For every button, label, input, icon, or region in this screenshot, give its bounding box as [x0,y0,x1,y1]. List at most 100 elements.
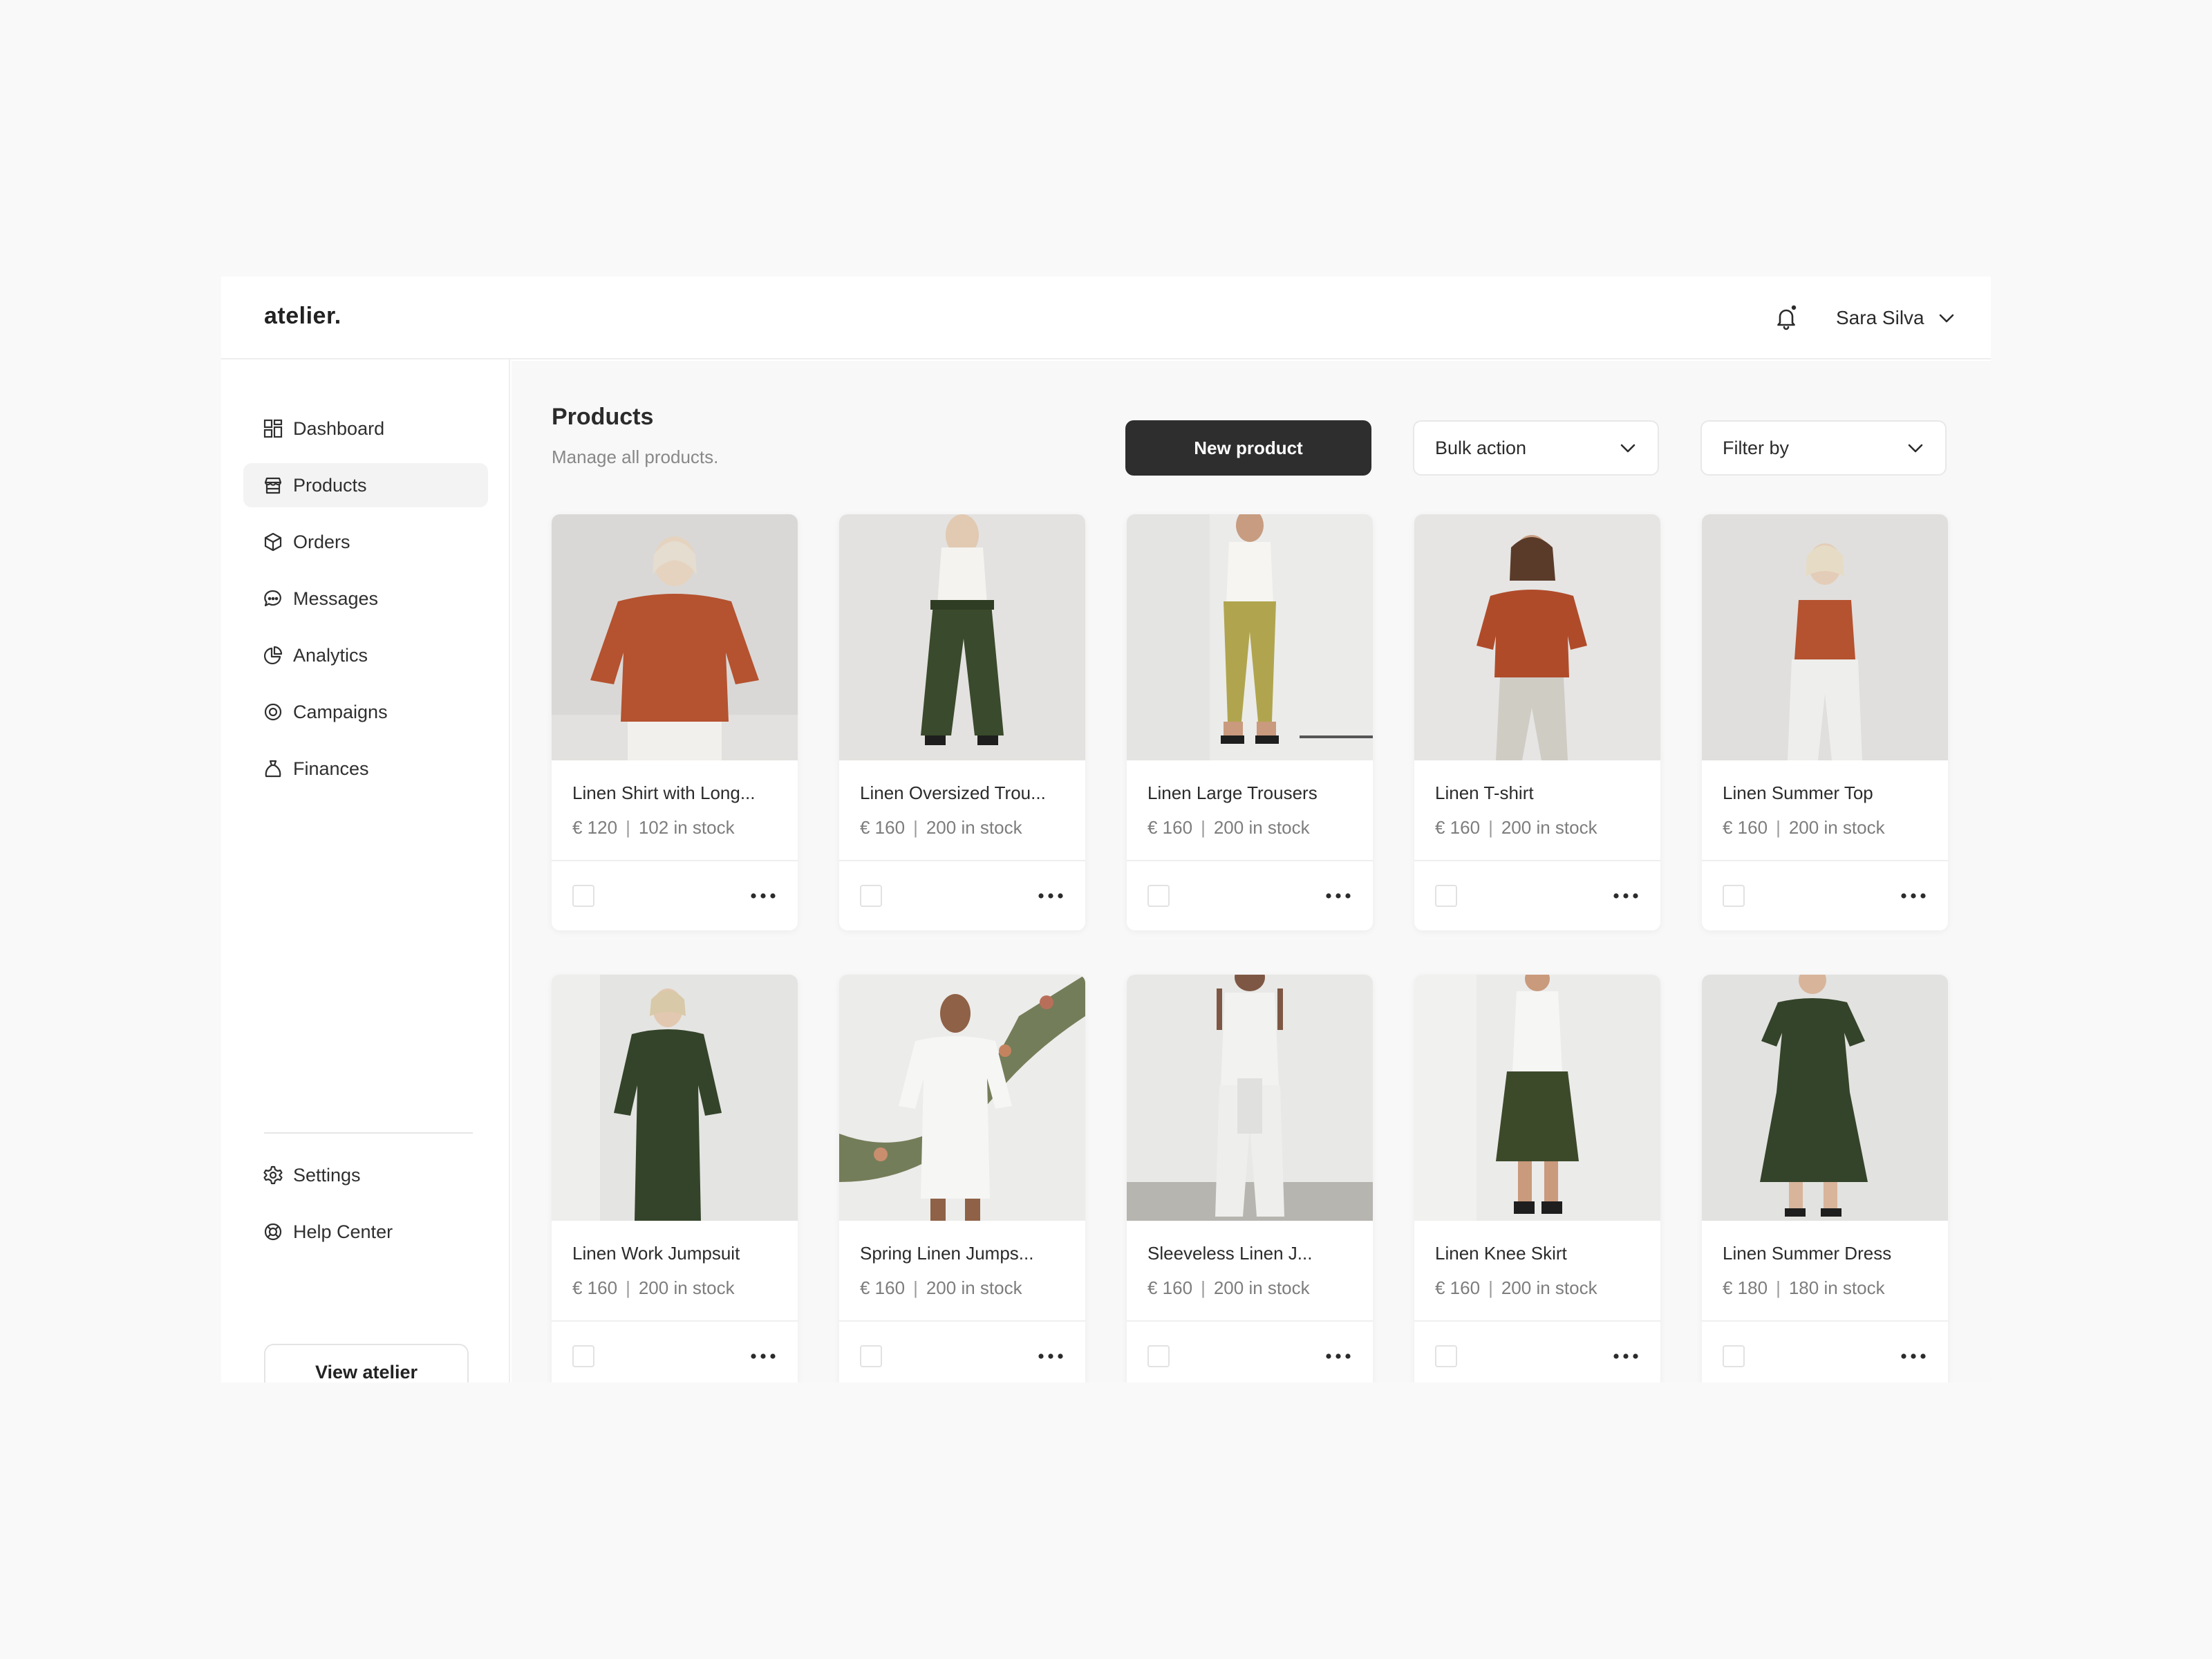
product-meta: € 180 | 180 in stock [1723,1277,1885,1298]
product-name: Linen Oversized Trou... [860,782,1046,803]
product-card[interactable]: Spring Linen Jumps... € 160 | 200 in stock [839,975,1085,1382]
product-card[interactable]: Linen Summer Dress € 180 | 180 in stock [1702,975,1948,1382]
sidebar-item-settings[interactable]: Settings [243,1153,488,1197]
product-price: € 160 [1435,817,1481,838]
more-options-icon[interactable] [1324,1349,1352,1363]
user-menu[interactable]: Sara Silva [1836,299,1956,337]
card-footer [839,860,1085,930]
card-footer [1127,860,1373,930]
product-meta: € 160 | 200 in stock [860,817,1022,838]
product-price: € 160 [860,1277,906,1298]
product-meta: € 160 | 200 in stock [1435,817,1597,838]
sidebar-item-dashboard[interactable]: Dashboard [243,406,488,451]
product-card[interactable]: Linen Oversized Trou... € 160 | 200 in sto… [839,514,1085,930]
more-options-icon[interactable] [1037,1349,1065,1363]
grid-icon [263,419,283,438]
sidebar-item-label: Products [293,474,367,496]
product-card[interactable]: Linen Knee Skirt € 160 | 200 in stock [1414,975,1660,1382]
more-options-icon[interactable] [1612,1349,1640,1363]
more-options-icon[interactable] [749,889,777,903]
sidebar-item-label: Help Center [293,1221,393,1242]
card-footer [552,1320,798,1382]
product-image[interactable] [1414,514,1660,760]
more-options-icon[interactable] [1900,889,1927,903]
product-image[interactable] [1414,975,1660,1221]
product-image[interactable] [839,975,1085,1221]
product-name: Linen Work Jumpsuit [572,1243,740,1264]
product-card[interactable]: Linen Work Jumpsuit € 160 | 200 in stock [552,975,798,1382]
product-card[interactable]: Linen Shirt with Long... € 120 | 102 in st… [552,514,798,930]
logo[interactable]: atelier. [264,303,341,330]
sidebar-item-messages[interactable]: Messages [243,577,488,621]
sidebar-item-orders[interactable]: Orders [243,520,488,564]
product-image[interactable] [839,514,1085,760]
product-price: € 160 [572,1277,618,1298]
select-checkbox[interactable] [572,1345,594,1367]
product-image[interactable] [1702,975,1948,1221]
product-card[interactable]: Linen T-shirt € 160 | 200 in stock [1414,514,1660,930]
more-options-icon[interactable] [1900,1349,1927,1363]
money-bag-icon [265,760,281,778]
product-card[interactable]: Linen Large Trousers € 160 | 200 in stock [1127,514,1373,930]
product-name: Linen Shirt with Long... [572,782,756,803]
product-image[interactable] [1127,514,1373,760]
product-image[interactable] [552,975,798,1221]
product-meta: € 160 | 200 in stock [572,1277,735,1298]
more-options-icon[interactable] [1612,889,1640,903]
product-name: Linen Summer Top [1723,782,1873,803]
page-subtitle: Manage all products. [552,447,719,467]
page-title: Products [552,404,654,430]
select-checkbox[interactable] [1147,885,1170,907]
sidebar-item-campaigns[interactable]: Campaigns [243,690,488,734]
product-name: Spring Linen Jumps... [860,1243,1034,1264]
sidebar-item-label: Settings [293,1164,361,1185]
product-price: € 160 [1147,1277,1193,1298]
select-checkbox[interactable] [1723,1345,1745,1367]
product-stock: 200 in stock [638,1277,735,1298]
view-atelier-button[interactable]: View atelier [264,1344,469,1382]
more-options-icon[interactable] [749,1349,777,1363]
more-options-icon[interactable] [1324,889,1352,903]
chat-icon [264,590,281,607]
product-image[interactable] [1702,514,1948,760]
product-image[interactable] [1127,975,1373,1221]
select-checkbox[interactable] [572,885,594,907]
sidebar-item-finances[interactable]: Finances [243,747,488,791]
product-price: € 120 [572,817,618,838]
product-image[interactable] [552,514,798,760]
product-stock: 200 in stock [1788,817,1885,838]
new-product-button[interactable]: New product [1125,420,1371,476]
select-checkbox[interactable] [1147,1345,1170,1367]
product-card[interactable]: Sleeveless Linen J... € 160 | 200 in stock [1127,975,1373,1382]
select-checkbox[interactable] [1435,885,1457,907]
filter-by-select[interactable]: Filter by [1700,420,1947,476]
gear-icon [263,1165,283,1185]
product-name: Linen Large Trousers [1147,782,1318,803]
card-footer [839,1320,1085,1382]
product-stock: 200 in stock [926,1277,1022,1298]
product-stock: 200 in stock [1213,817,1310,838]
card-footer [1702,1320,1948,1382]
user-name: Sara Silva [1836,307,1924,328]
box-icon [264,532,282,552]
sidebar-item-help-center[interactable]: Help Center [243,1210,488,1254]
bulk-action-label: Bulk action [1435,437,1527,458]
select-checkbox[interactable] [1435,1345,1457,1367]
card-footer [1127,1320,1373,1382]
sidebar-divider [264,1132,473,1134]
select-checkbox[interactable] [1723,885,1745,907]
product-meta: € 160 | 200 in stock [1435,1277,1597,1298]
select-checkbox[interactable] [860,1345,882,1367]
sidebar-item-products[interactable]: Products [243,463,488,507]
sidebar-item-label: Analytics [293,644,368,666]
product-stock: 200 in stock [926,817,1022,838]
product-meta: € 160 | 200 in stock [860,1277,1022,1298]
select-checkbox[interactable] [860,885,882,907]
product-card[interactable]: Linen Summer Top € 160 | 200 in stock [1702,514,1948,930]
notification-bell-icon[interactable] [1770,301,1803,335]
more-options-icon[interactable] [1037,889,1065,903]
product-price: € 160 [860,817,906,838]
bulk-action-select[interactable]: Bulk action [1413,420,1659,476]
sidebar-item-analytics[interactable]: Analytics [243,633,488,677]
product-stock: 200 in stock [1501,1277,1597,1298]
